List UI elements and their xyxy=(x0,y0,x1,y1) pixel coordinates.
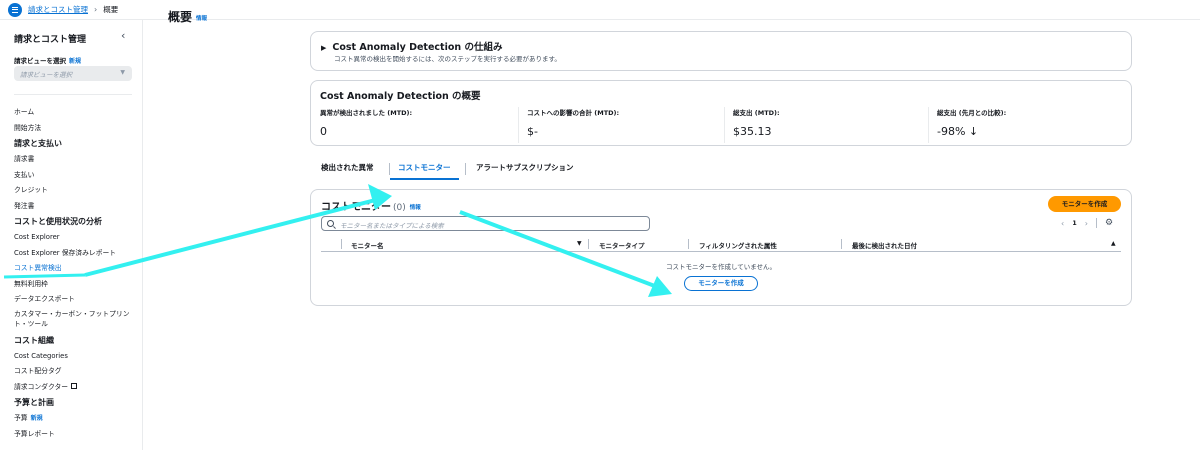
sidebar-item[interactable]: 請求書 xyxy=(14,153,139,169)
sidebar-section-heading: コスト組織 xyxy=(14,335,54,345)
chevron-right-icon: › xyxy=(94,5,98,14)
tab-cost-monitors[interactable]: コストモニター xyxy=(390,159,458,180)
caret-down-icon: ▼ xyxy=(120,69,125,76)
tab-bar: 検出された異常 コストモニター アラートサブスクリプション xyxy=(310,159,1132,180)
how-it-works-panel[interactable]: ▶ Cost Anomaly Detection の仕組み コスト異常の検出を開始… xyxy=(310,31,1132,71)
sidebar-item[interactable]: 無料利用枠 xyxy=(14,278,139,294)
sidebar-item[interactable]: 開始方法 xyxy=(14,122,139,138)
search-icon xyxy=(327,220,334,227)
external-link-icon xyxy=(71,382,78,389)
column-divider xyxy=(588,239,589,249)
sidebar-item[interactable]: ホーム xyxy=(14,106,139,122)
sort-up-icon[interactable]: ▲ xyxy=(1111,240,1116,247)
sort-down-icon[interactable]: ▼ xyxy=(577,240,582,247)
sidebar-divider xyxy=(14,94,132,95)
sidebar-nav: ホーム 開始方法 請求と支払い請求書 支払い クレジット 発注書 コストと使用状況の分析 Co… xyxy=(14,106,139,443)
sidebar-title: 請求とコスト管理 xyxy=(14,35,87,45)
metric-anomalies: 異常が検出されました (MTD): 0 xyxy=(320,109,413,138)
sidebar-section-heading: コストと使用状況の分析 xyxy=(14,217,102,226)
column-monitor-type[interactable]: モニタータイプ xyxy=(599,240,645,250)
cost-monitors-panel: コストモニター (0) 情報 モニターを作成 モニター名またはタイプによる検索 ‹ … xyxy=(310,189,1132,306)
sidebar-item[interactable]: 予算 新規 xyxy=(14,412,139,428)
column-monitor-name[interactable]: モニター名 xyxy=(351,240,384,250)
sidebar-item[interactable]: カスタマー・カーボン・フットプリント・ツール xyxy=(14,309,139,334)
tab-detected-anomalies[interactable]: 検出された異常 xyxy=(321,159,374,180)
gear-icon[interactable]: ⚙ xyxy=(1105,218,1113,228)
collapse-sidebar-icon[interactable]: ‹ xyxy=(121,29,125,42)
chevron-right-icon[interactable]: › xyxy=(1085,219,1088,228)
sidebar-item[interactable]: クレジット xyxy=(14,184,139,200)
column-last-detected[interactable]: 最後に検出された日付 xyxy=(852,240,917,250)
sidebar-section-heading: 請求と支払い xyxy=(14,139,62,148)
metric-spend-compare: 総支出 (先月との比較): -98% ↓ xyxy=(928,107,1128,143)
how-it-works-subtitle: コスト異常の検出を開始するには、次のステップを実行する必要があります。 xyxy=(334,55,561,63)
sidebar: 請求とコスト管理 ‹ 請求ビューを選択 新規 請求ビューを選択 ▼ ホーム 開始方法請… xyxy=(0,20,143,450)
metric-cost-impact: コストへの影響の合計 (MTD): $- xyxy=(518,107,718,143)
overview-title: Cost Anomaly Detection の概要 xyxy=(320,91,481,102)
sidebar-item[interactable]: コスト配分タグ xyxy=(14,365,139,381)
table-header: モニター名 ▼ モニタータイプ フィルタリングされた属性 最後に検出された日付 … xyxy=(321,237,1121,252)
empty-state-text: コストモニターを作成していません。 xyxy=(665,263,777,271)
column-divider xyxy=(341,239,342,249)
pager-divider xyxy=(1095,218,1097,228)
create-monitor-empty-button[interactable]: モニターを作成 xyxy=(684,276,758,291)
overview-panel: Cost Anomaly Detection の概要 異常が検出されました (M… xyxy=(310,80,1132,146)
chevron-left-icon[interactable]: ‹ xyxy=(1061,219,1064,228)
monitor-search-input[interactable]: モニター名またはタイプによる検索 xyxy=(321,216,650,231)
caret-right-icon: ▶ xyxy=(321,44,327,52)
sidebar-item[interactable]: 請求コンダクター xyxy=(14,381,139,397)
column-filtered-attributes[interactable]: フィルタリングされた属性 xyxy=(699,240,777,250)
sidebar-item[interactable]: Cost Categories xyxy=(14,350,139,366)
tab-divider xyxy=(465,163,466,175)
how-it-works-title[interactable]: ▶ Cost Anomaly Detection の仕組み xyxy=(321,39,502,53)
cost-monitors-title: コストモニター (0) 情報 xyxy=(321,202,421,213)
new-badge: 新規 xyxy=(30,415,43,422)
pagination: ‹ 1 › ⚙ xyxy=(1061,218,1113,228)
tab-divider xyxy=(389,163,390,175)
billing-view-label: 請求ビューを選択 新規 xyxy=(14,57,82,65)
tab-alert-subscriptions[interactable]: アラートサブスクリプション xyxy=(476,159,574,180)
sidebar-item[interactable]: データエクスポート xyxy=(14,293,139,309)
menu-icon[interactable] xyxy=(8,2,22,17)
sidebar-item[interactable]: 予算レポート xyxy=(14,428,139,444)
column-divider xyxy=(688,239,689,249)
sidebar-item[interactable]: 発注書 xyxy=(14,200,139,216)
info-link[interactable]: 情報 xyxy=(410,205,421,211)
breadcrumb-parent-link[interactable]: 請求とコスト管理 xyxy=(28,4,88,15)
page-number[interactable]: 1 xyxy=(1072,219,1077,227)
sidebar-item[interactable]: Cost Explorer xyxy=(14,231,139,247)
create-monitor-button[interactable]: モニターを作成 xyxy=(1048,196,1121,212)
sidebar-item[interactable]: 支払い xyxy=(14,169,139,185)
sidebar-item[interactable]: コスト異常検出 xyxy=(14,262,139,278)
metric-total-spend: 総支出 (MTD): $35.13 xyxy=(724,107,924,143)
billing-view-select[interactable]: 請求ビューを選択 ▼ xyxy=(14,66,132,81)
sidebar-item[interactable]: Cost Explorer 保存済みレポート xyxy=(14,247,139,263)
new-badge: 新規 xyxy=(69,58,82,65)
column-divider xyxy=(841,239,842,249)
sidebar-section-heading: 予算と計画 xyxy=(14,398,54,407)
breadcrumb-current: 概要 xyxy=(103,5,119,14)
